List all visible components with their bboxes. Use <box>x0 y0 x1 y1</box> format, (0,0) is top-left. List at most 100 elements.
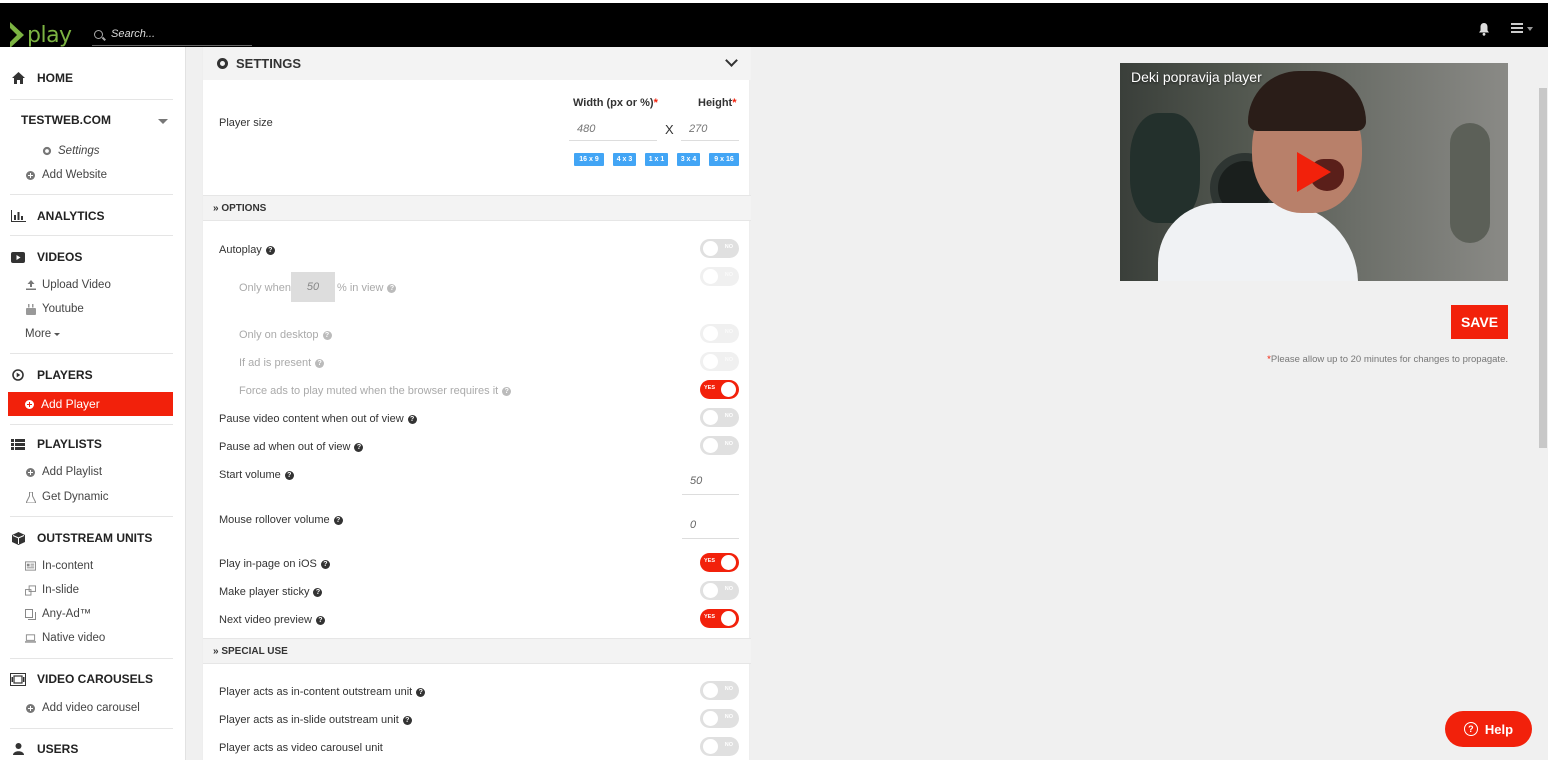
gear-icon <box>217 58 228 69</box>
sidebar-item-more[interactable]: More <box>25 325 61 343</box>
settings-header[interactable]: SETTINGS <box>203 47 751 80</box>
help-icon[interactable]: ? <box>315 615 325 625</box>
search-box[interactable] <box>92 23 252 46</box>
divider <box>10 728 173 729</box>
sidebar-item-in-content[interactable]: In-content <box>25 557 93 575</box>
only-desktop-label: Only on desktop? <box>239 329 332 341</box>
sidebar-item-upload-video[interactable]: Upload Video <box>25 276 111 294</box>
help-icon[interactable]: ? <box>320 559 330 569</box>
plus-circle-icon <box>25 399 34 409</box>
help-icon[interactable]: ? <box>407 414 417 424</box>
if-ad-label: If ad is present? <box>239 357 325 369</box>
help-icon[interactable]: ? <box>354 442 364 452</box>
chevron-down-icon[interactable] <box>158 119 168 124</box>
special-use-section-header[interactable]: » SPECIAL USE <box>203 638 751 664</box>
pause-content-toggle[interactable]: NO <box>700 408 739 427</box>
options-section-header[interactable]: » OPTIONS <box>203 195 751 221</box>
chevron-down-icon[interactable] <box>725 54 738 67</box>
sticky-toggle[interactable]: NO <box>700 581 739 600</box>
sidebar-item-home[interactable]: HOME <box>10 68 175 88</box>
sidebar-item-label: OUTSTREAM UNITS <box>37 531 153 545</box>
autoplay-toggle[interactable]: NO <box>700 239 739 258</box>
only-desktop-toggle[interactable]: NO <box>700 324 739 343</box>
carousel-unit-toggle[interactable]: NO <box>700 737 739 756</box>
width-input[interactable] <box>569 117 657 141</box>
in-slide-unit-toggle[interactable]: NO <box>700 709 739 728</box>
preview-shape <box>1450 123 1490 243</box>
only-when-toggle[interactable]: NO <box>700 267 739 286</box>
toggle-knob <box>721 611 736 626</box>
toggle-knob <box>703 241 718 256</box>
sidebar-item-playlists[interactable]: PLAYLISTS <box>10 434 175 454</box>
player-preview[interactable]: Deki popravija player <box>1120 63 1508 281</box>
divider <box>10 353 173 354</box>
next-preview-toggle[interactable]: YES <box>700 609 739 628</box>
help-icon[interactable]: ? <box>387 283 397 293</box>
menu-icon[interactable] <box>1511 23 1523 33</box>
cube-icon <box>10 531 26 545</box>
toggle-knob <box>703 583 718 598</box>
help-icon[interactable]: ? <box>313 587 323 597</box>
sidebar-item-carousels[interactable]: VIDEO CAROUSELS <box>10 669 175 689</box>
preview-shape <box>1130 113 1200 223</box>
ratio-button-3x4[interactable]: 3 x 4 <box>677 153 700 166</box>
help-icon[interactable]: ? <box>502 386 512 396</box>
sidebar-item-players[interactable]: PLAYERS <box>10 365 175 385</box>
sidebar-item-get-dynamic[interactable]: Get Dynamic <box>25 488 108 506</box>
sidebar-item-add-playlist[interactable]: Add Playlist <box>25 463 102 481</box>
sidebar-item-videos[interactable]: VIDEOS <box>10 247 175 267</box>
logo[interactable]: play <box>10 20 72 50</box>
top-bar: play <box>0 0 1548 50</box>
in-content-unit-toggle[interactable]: NO <box>700 681 739 700</box>
help-icon[interactable]: ? <box>322 330 332 340</box>
help-icon[interactable]: ? <box>416 687 426 697</box>
play-inpage-toggle[interactable]: YES <box>700 553 739 572</box>
sidebar-item-add-website[interactable]: Add Website <box>25 166 107 184</box>
search-input[interactable] <box>111 28 241 40</box>
help-icon[interactable]: ? <box>333 515 343 525</box>
toggle-knob <box>703 683 718 698</box>
sidebar-item-add-player[interactable]: Add Player <box>8 392 173 416</box>
sidebar-item-users[interactable]: USERS <box>10 739 175 759</box>
help-icon[interactable]: ? <box>265 245 275 255</box>
inview-percent-input[interactable] <box>291 272 335 302</box>
rollover-volume-input[interactable] <box>682 512 739 539</box>
save-button[interactable]: SAVE <box>1451 305 1508 339</box>
sidebar-item-settings[interactable]: Settings <box>41 142 100 160</box>
sidebar-item-youtube[interactable]: Youtube <box>25 300 84 318</box>
sidebar-item-label: PLAYLISTS <box>37 437 102 451</box>
help-icon[interactable]: ? <box>315 358 325 368</box>
only-when-label: Only when <box>239 282 291 294</box>
sidebar-item-any-ad[interactable]: Any-Ad™ <box>25 605 91 623</box>
in-slide-unit-label: Player acts as in-slide outstream unit? <box>219 714 412 726</box>
sidebar-item-label: PLAYERS <box>37 368 93 382</box>
scrollbar-thumb[interactable] <box>1539 88 1547 448</box>
start-volume-input[interactable] <box>682 468 739 495</box>
sidebar-item-analytics[interactable]: ANALYTICS <box>10 206 175 226</box>
ratio-button-9x16[interactable]: 9 x 16 <box>709 153 739 166</box>
sidebar-item-native-video[interactable]: Native video <box>25 629 105 647</box>
help-button[interactable]: ? Help <box>1445 711 1532 747</box>
menu-caret-icon[interactable] <box>1527 27 1533 31</box>
divider <box>10 658 173 659</box>
sidebar-item-label: Add video carousel <box>42 702 140 714</box>
sidebar-item-in-slide[interactable]: In-slide <box>25 581 79 599</box>
bell-icon[interactable] <box>1478 22 1490 36</box>
sidebar-item-add-carousel[interactable]: Add video carousel <box>25 699 140 717</box>
height-input[interactable] <box>681 117 739 141</box>
sidebar-item-outstream[interactable]: OUTSTREAM UNITS <box>10 528 175 548</box>
play-icon[interactable] <box>1297 152 1331 192</box>
ratio-button-1x1[interactable]: 1 x 1 <box>645 153 668 166</box>
force-muted-toggle[interactable]: YES <box>700 380 739 399</box>
pause-ad-toggle[interactable]: NO <box>700 436 739 455</box>
help-icon: ? <box>1463 722 1478 736</box>
help-icon[interactable]: ? <box>284 470 294 480</box>
if-ad-toggle[interactable]: NO <box>700 352 739 371</box>
ratio-button-16x9[interactable]: 16 x 9 <box>574 153 604 166</box>
help-icon[interactable]: ? <box>402 715 412 725</box>
toggle-knob <box>703 354 718 369</box>
ratio-button-4x3[interactable]: 4 x 3 <box>613 153 636 166</box>
toggle-knob <box>721 555 736 570</box>
sidebar-item-label: Settings <box>58 145 100 157</box>
sidebar-item-label: Get Dynamic <box>42 491 109 503</box>
